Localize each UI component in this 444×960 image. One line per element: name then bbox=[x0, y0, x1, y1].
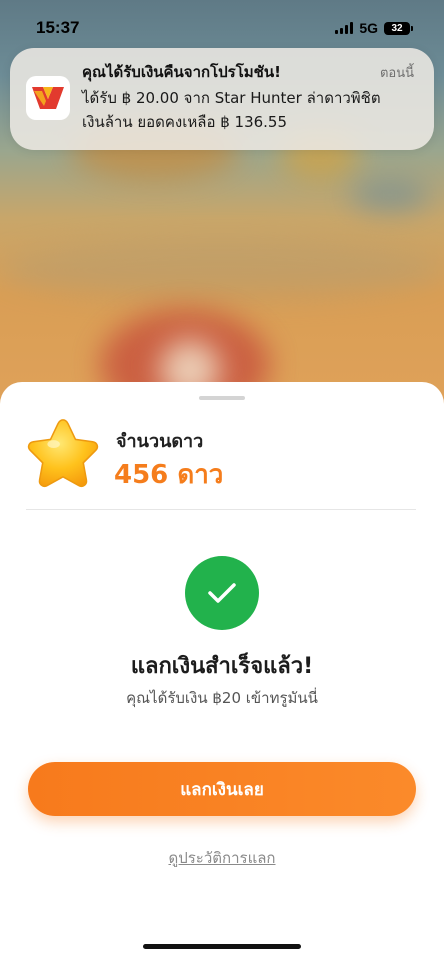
wallet-logo-icon bbox=[26, 76, 70, 120]
check-icon bbox=[208, 583, 236, 603]
battery-icon: 32 bbox=[384, 21, 413, 35]
home-indicator[interactable] bbox=[143, 944, 301, 949]
stars-count: 456 ดาว bbox=[114, 460, 224, 490]
redeem-button[interactable]: แลกเงินเลย bbox=[28, 762, 416, 816]
success-title: แลกเงินสำเร็จแล้ว! bbox=[130, 654, 314, 679]
redeem-bottom-sheet: จำนวนดาว 456 ดาว แลกเงินสำเร็จแล้ว! คุณไ… bbox=[0, 382, 444, 960]
battery-level: 32 bbox=[391, 22, 403, 34]
notification-body-line: ได้รับ ฿ 20.00 จาก Star Hunter ล่าดาวพิช… bbox=[82, 89, 381, 107]
stars-label: จำนวนดาว bbox=[116, 431, 204, 452]
star-icon bbox=[27, 419, 99, 487]
status-time: 15:37 bbox=[36, 18, 80, 37]
cellular-signal-icon bbox=[335, 22, 354, 34]
notification-body: ได้รับ ฿ 20.00 จาก Star Hunter ล่าดาวพิช… bbox=[82, 86, 422, 134]
notification-title: คุณได้รับเงินคืนจากโปรโมชัน! bbox=[82, 63, 281, 81]
success-subtitle: คุณได้รับเงิน ฿20 เข้าทรูมันนี่ bbox=[126, 689, 318, 707]
notification-body-line: เงินล้าน ยอดคงเหลือ ฿ 136.55 bbox=[82, 113, 288, 131]
notification-timestamp: ตอนนี้ bbox=[379, 66, 414, 81]
sheet-drag-handle[interactable] bbox=[199, 396, 245, 400]
redeem-history-link[interactable]: ดูประวัติการแลก bbox=[0, 846, 444, 870]
success-check-circle bbox=[185, 556, 259, 630]
network-type: 5G bbox=[359, 20, 378, 36]
notification-banner[interactable]: คุณได้รับเงินคืนจากโปรโมชัน! ตอนนี้ ได้ร… bbox=[10, 48, 434, 150]
divider bbox=[26, 509, 416, 510]
